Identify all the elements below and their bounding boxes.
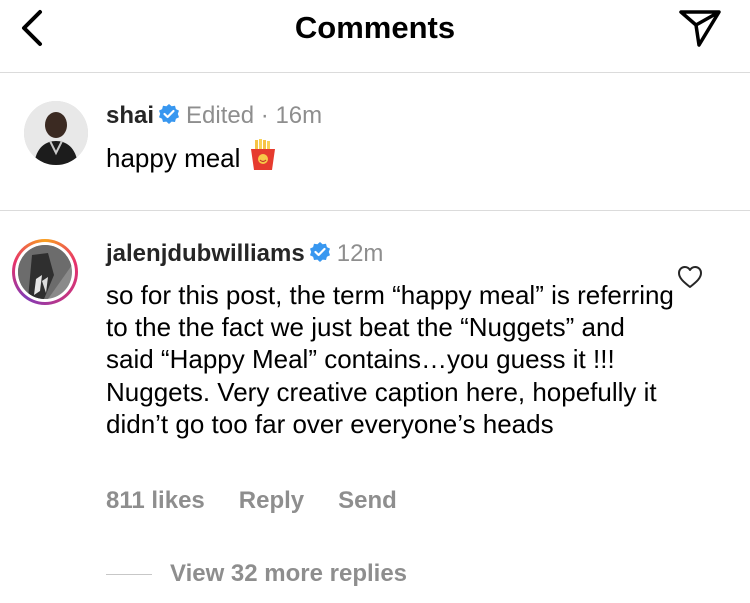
- fries-icon: [248, 139, 278, 180]
- paper-plane-icon: [679, 10, 721, 47]
- divider-line: [106, 573, 152, 575]
- likes-count[interactable]: 811 likes: [106, 485, 205, 517]
- verified-badge-icon: [158, 101, 180, 135]
- avatar-border: [15, 242, 75, 302]
- comment-actions: 811 likes Reply Send: [106, 485, 397, 517]
- username[interactable]: shai: [106, 102, 154, 129]
- avatar-image: [18, 245, 72, 299]
- page-title: Comments: [294, 10, 456, 45]
- username[interactable]: jalenjdubwilliams: [106, 240, 305, 267]
- send-button[interactable]: Send: [338, 485, 397, 517]
- post-caption: shai Edited · 16m happy meal: [0, 73, 750, 211]
- verified-badge-icon: [309, 239, 331, 273]
- timestamp: 12m: [336, 240, 384, 267]
- view-replies-button[interactable]: View 32 more replies: [170, 560, 407, 587]
- avatar[interactable]: [24, 101, 88, 165]
- timestamp: 16m: [275, 102, 323, 129]
- reply-button[interactable]: Reply: [239, 485, 304, 517]
- caption-text: happy meal: [106, 139, 278, 180]
- view-replies: View 32 more replies: [106, 557, 407, 591]
- comment-item: jalenjdubwilliams 12m so for this post, t…: [0, 211, 750, 603]
- edited-label: Edited: [186, 102, 255, 129]
- heart-outline-icon: [678, 266, 702, 288]
- caption-body: happy meal: [106, 143, 241, 173]
- meta-separator: ·: [260, 102, 269, 129]
- comments-header: Comments: [0, 0, 750, 73]
- caption-meta: shai Edited · 16m: [106, 99, 322, 135]
- avatar-image: [24, 101, 88, 165]
- comment-meta: jalenjdubwilliams 12m: [106, 237, 383, 273]
- avatar[interactable]: [12, 239, 78, 305]
- comment-text: so for this post, the term “happy meal” …: [106, 280, 674, 439]
- like-button[interactable]: [677, 264, 703, 290]
- share-button[interactable]: [678, 8, 722, 48]
